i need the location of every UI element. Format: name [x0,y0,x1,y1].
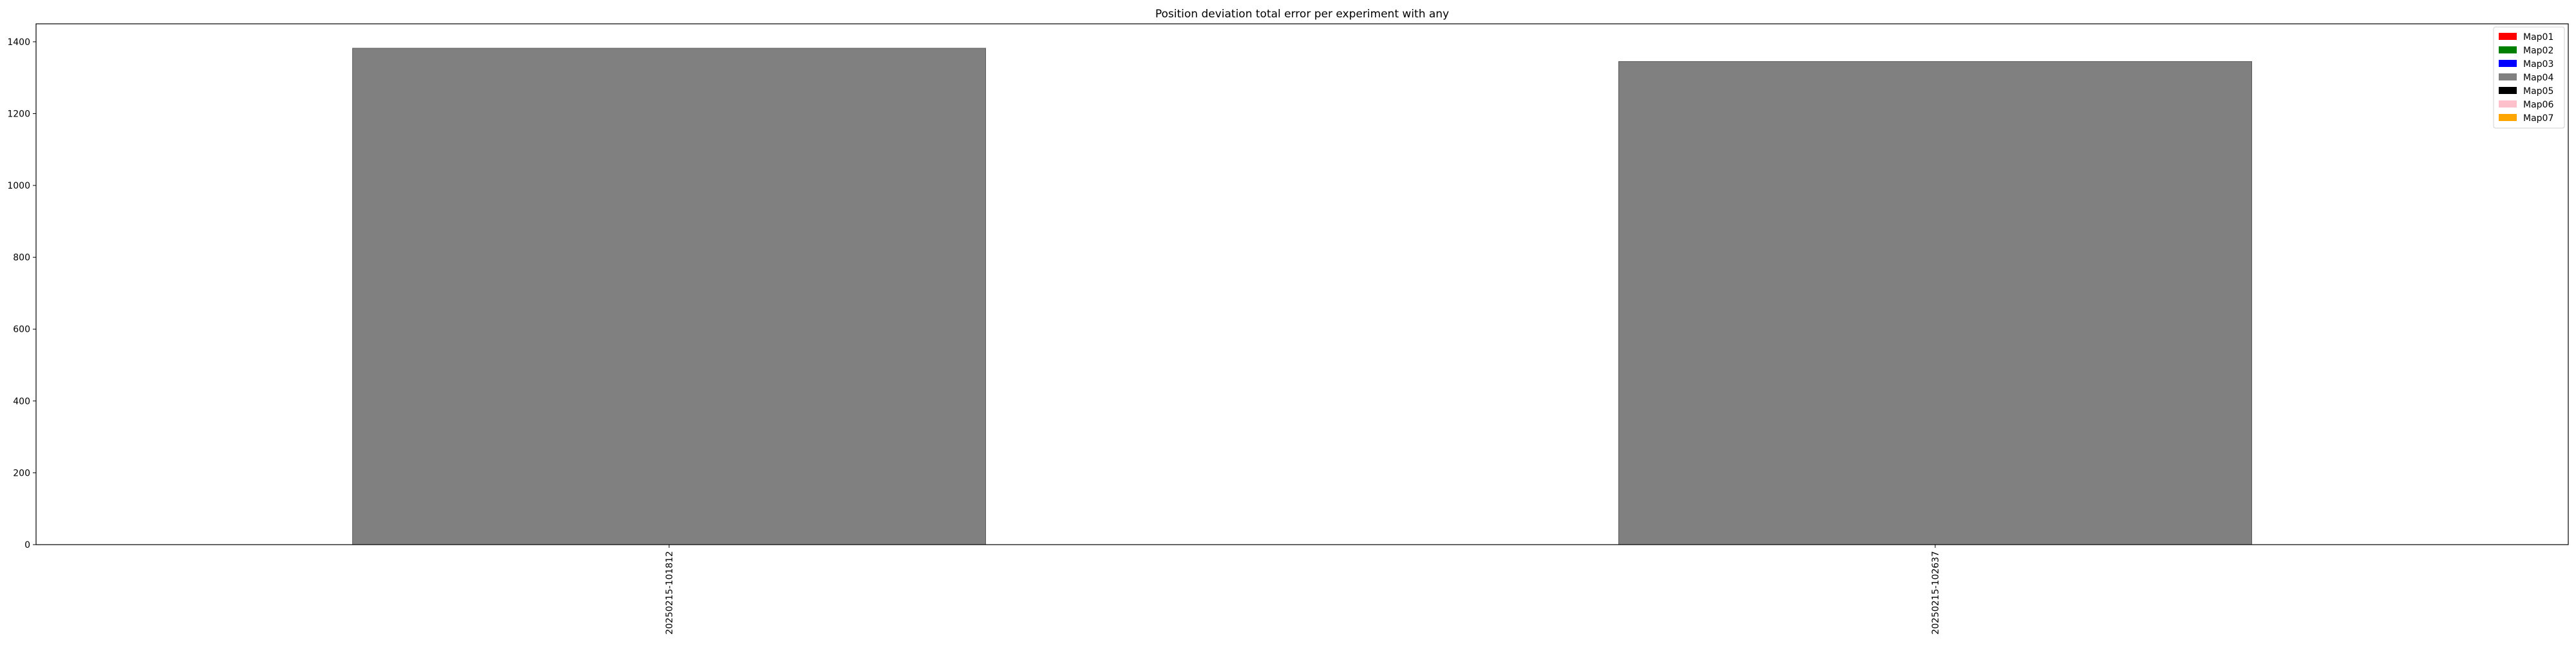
chart-container: Position deviation total error per exper… [0,0,2576,644]
bar-map04-1 [1618,61,2252,545]
legend: Map01 Map02 Map03 Map04 Map05 Map06 Map07 [2493,26,2565,129]
legend-swatch-map07 [2499,114,2517,121]
bar-chart: Position deviation total error per exper… [7,8,2569,635]
legend-swatch-map01 [2499,33,2517,40]
legend-swatch-map03 [2499,60,2517,67]
y-tick-label: 1200 [7,109,30,119]
x-tick-label: 20250215-102637 [1931,551,1941,635]
plot-area: 0 200 400 600 800 1000 1200 1400 20250215-101812… [7,23,2569,635]
y-tick-label: 1400 [7,37,30,48]
bar-map04-0 [352,48,986,545]
y-tick-label: 0 [24,540,30,550]
legend-label-map02: Map02 [2523,46,2553,56]
x-tick-label: 20250215-101812 [665,551,675,635]
y-tick-label: 800 [13,253,30,263]
legend-label-map07: Map07 [2523,113,2553,124]
legend-swatch-map02 [2499,46,2517,53]
chart-title: Position deviation total error per exper… [1155,8,1449,21]
y-tick-label: 400 [13,397,30,407]
legend-label-map03: Map03 [2523,59,2553,70]
legend-label-map06: Map06 [2523,100,2553,110]
legend-label-map04: Map04 [2523,73,2553,83]
legend-label-map01: Map01 [2523,32,2553,42]
legend-label-map05: Map05 [2523,86,2553,97]
legend-swatch-map05 [2499,87,2517,94]
legend-swatch-map06 [2499,100,2517,108]
y-tick-label: 1000 [7,181,30,191]
y-tick-label: 600 [13,324,30,335]
y-tick-label: 200 [13,468,30,478]
legend-swatch-map04 [2499,73,2517,80]
